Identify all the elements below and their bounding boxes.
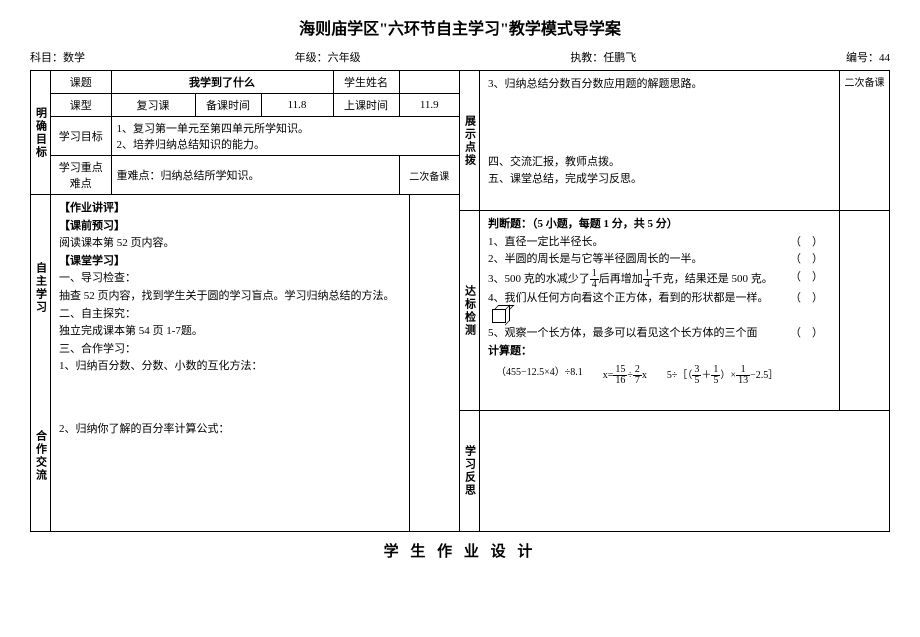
objective-2: 2、培养归纳总结知识的能力。 xyxy=(117,136,455,152)
second-prep-col-left2 xyxy=(409,381,459,531)
present-item5: 五、课堂总结，完成学习反思。 xyxy=(488,171,831,189)
j1: 1、直径一定比半径长。 xyxy=(488,234,604,252)
second-prep-col-left xyxy=(409,195,459,381)
step2-content: 独立完成课本第 54 页 1-7题。 xyxy=(59,323,401,341)
section-reflect-label: 学习反思 xyxy=(460,411,480,531)
step3: 三、合作学习： xyxy=(59,341,401,359)
calc1: （455−12.5×4）÷8.1 xyxy=(496,365,583,386)
preview: 【课前预习】 xyxy=(59,218,401,236)
subject-label: 科目： xyxy=(30,49,63,65)
keypoints-label: 学习重点难点 xyxy=(51,156,111,195)
reflect-body xyxy=(480,411,889,531)
section-coop-label: 合作交流 xyxy=(31,381,51,531)
section-selfstudy-label: 自主学习 xyxy=(31,195,51,381)
teacher-value: 任鹏飞 xyxy=(603,49,636,65)
calc2: x=1516÷27x xyxy=(603,365,647,386)
prep-time-label: 备课时间 xyxy=(195,94,261,117)
paren1: （ ） xyxy=(790,234,823,252)
paren5: （ ） xyxy=(790,325,823,343)
j4: 4、我们从任何方向看这个正方体，看到的形状都是一样。 xyxy=(488,290,790,325)
paren4: （ ） xyxy=(790,290,823,325)
selfstudy-content: 【作业讲评】 【课前预习】 阅读课本第 52 页内容。 【课堂学习】 一、导习检… xyxy=(51,195,409,381)
j2: 2、半圆的周长是与它等半径圆周长的一半。 xyxy=(488,251,703,269)
number-value: 44 xyxy=(879,52,890,64)
cube-icon xyxy=(492,309,506,323)
second-prep-right2 xyxy=(839,211,889,410)
present-item3: 3、归纳总结分数百分数应用题的解题思路。 xyxy=(488,76,831,94)
header-row: 科目：数学 年级：六年级 执教：任鹏飞 编号：44 xyxy=(30,49,890,65)
coop-content: 2、归纳你了解的百分率计算公式： xyxy=(51,381,409,531)
section-test-label: 达标检测 xyxy=(460,211,480,410)
student-name-label: 学生姓名 xyxy=(333,71,399,94)
class-time-value: 11.9 xyxy=(399,94,459,117)
preview-content: 阅读课本第 52 页内容。 xyxy=(59,235,401,253)
judge-title: 判断题：（5 小题，每题 1 分，共 5 分） xyxy=(488,216,831,234)
class-study: 【课堂学习】 xyxy=(59,253,401,271)
second-prep-right: 二次备课 xyxy=(839,71,889,210)
topic-label: 课题 xyxy=(51,71,111,94)
calc-title: 计算题： xyxy=(488,343,831,361)
info-table: 课题 我学到了什么 学生姓名 课型 复习课 备课时间 11.8 上课时间 11.… xyxy=(51,71,459,194)
present-item4: 四、交流汇报，教师点拨。 xyxy=(488,154,831,172)
teacher-label: 执教： xyxy=(570,49,603,65)
step1-content: 抽查 52 页内容，找到学生关于圆的学习盲点。学习归纳总结的方法。 xyxy=(59,288,401,306)
page-title: 海则庙学区"六环节自主学习"教学模式导学案 xyxy=(30,15,890,39)
step3-content: 1、归纳百分数、分数、小数的互化方法： xyxy=(59,358,401,376)
section-present-label: 展示点拨 xyxy=(460,71,480,210)
type-value: 复习课 xyxy=(111,94,195,117)
paren3: （ ） xyxy=(790,269,823,290)
topic-value: 我学到了什么 xyxy=(111,71,333,94)
class-time-label: 上课时间 xyxy=(333,94,399,117)
type-label: 课型 xyxy=(51,94,111,117)
coop-item: 2、归纳你了解的百分率计算公式： xyxy=(59,421,401,439)
test-content: 判断题：（5 小题，每题 1 分，共 5 分） 1、直径一定比半径长。 （ ） 2… xyxy=(480,211,839,410)
grade-value: 六年级 xyxy=(328,49,361,65)
objectives-label: 学习目标 xyxy=(51,117,111,156)
section-goals-label: 明确目标 xyxy=(31,71,51,194)
present-content: 3、归纳总结分数百分数应用题的解题思路。 四、交流汇报，教师点拨。 五、课堂总结… xyxy=(480,71,839,210)
number-label: 编号： xyxy=(846,49,879,65)
paren2: （ ） xyxy=(790,251,823,269)
j5: 5、观察一个长方体，最多可以看见这个长方体的三个面 xyxy=(488,325,758,343)
keypoints-value: 重难点：归纳总结所学知识。 xyxy=(111,156,399,195)
subject-value: 数学 xyxy=(63,49,85,65)
objective-1: 1、复习第一单元至第四单元所学知识。 xyxy=(117,120,455,136)
step1: 一、导习检查： xyxy=(59,270,401,288)
main-grid: 明确目标 课题 我学到了什么 学生姓名 课型 复习课 备课时间 xyxy=(30,70,890,532)
j3: 3、500 克的水减少了14后再增加14千克，结果还是 500 克。 xyxy=(488,269,773,290)
calc-row: （455−12.5×4）÷8.1 x=1516÷27x 5÷［（35＋15）×1… xyxy=(488,360,831,391)
student-name-cell xyxy=(399,71,459,94)
objectives-cell: 1、复习第一单元至第四单元所学知识。 2、培养归纳总结知识的能力。 xyxy=(111,117,459,156)
prep-time-value: 11.8 xyxy=(261,94,333,117)
grade-label: 年级： xyxy=(295,49,328,65)
second-prep-left: 二次备课 xyxy=(399,156,459,195)
hw-review: 【作业讲评】 xyxy=(59,200,401,218)
step2: 二、自主探究： xyxy=(59,306,401,324)
footer-title: 学 生 作 业 设 计 xyxy=(30,540,890,561)
calc3: 5÷［（35＋15）×113−2.5］ xyxy=(667,365,778,386)
